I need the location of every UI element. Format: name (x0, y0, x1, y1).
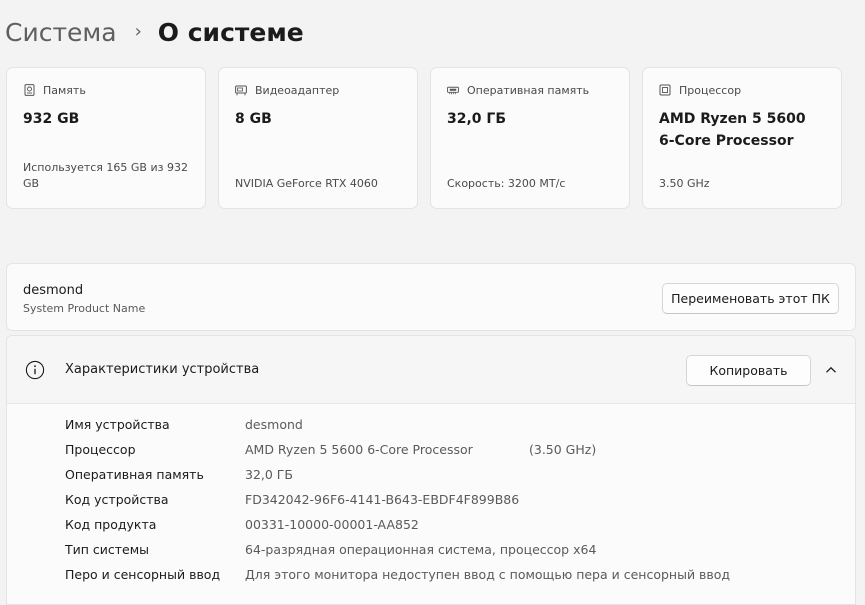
spec-label: Оперативная память (65, 467, 204, 482)
card-subtext: 3.50 GHz (659, 177, 710, 190)
spec-value: Для этого монитора недоступен ввод с пом… (245, 567, 731, 582)
cpu-icon (659, 84, 671, 96)
spec-label: Код устройства (65, 492, 169, 507)
chevron-up-icon[interactable] (823, 362, 839, 378)
card-subtext: NVIDIA GeForce RTX 4060 (235, 177, 378, 190)
spec-row-pen-touch: Перо и сенсорный ввод Для этого монитора… (7, 562, 855, 587)
spec-row-product-id: Код продукта 00331-10000-00001-AA852 (7, 512, 855, 537)
gpu-icon (235, 84, 247, 96)
card-label: Оперативная память (467, 83, 590, 97)
spec-row-ram: Оперативная память 32,0 ГБ (7, 462, 855, 487)
card-subtext: Используется 165 GB из 932 GB (23, 161, 188, 190)
rename-pc-button[interactable]: Переименовать этот ПК (662, 283, 839, 314)
card-value: 32,0 ГБ (447, 111, 507, 127)
card-value: 8 GB (235, 111, 272, 127)
device-specs-panel: Характеристики устройства Копировать Имя… (6, 335, 856, 605)
device-name: desmond (23, 283, 84, 298)
spec-value: desmond (245, 417, 303, 432)
breadcrumb: Система › О системе (5, 14, 304, 50)
card-subtext: Скорость: 3200 МТ/с (447, 177, 566, 190)
device-name-panel: desmond System Product Name Переименоват… (6, 263, 856, 331)
card-label: Видеоадаптер (255, 83, 340, 97)
card-label: Процессор (679, 83, 742, 97)
breadcrumb-separator: › (134, 20, 142, 42)
spec-label: Процессор (65, 442, 136, 457)
spec-value: 00331-10000-00001-AA852 (245, 517, 419, 532)
spec-row-device-name: Имя устройства desmond (7, 412, 855, 437)
info-icon (25, 360, 45, 380)
spec-value: 32,0 ГБ (245, 467, 294, 482)
spec-row-system-type: Тип системы 64-разрядная операционная си… (7, 537, 855, 562)
card-gpu: Видеоадаптер 8 GB NVIDIA GeForce RTX 406… (218, 67, 418, 209)
spec-label: Перо и сенсорный ввод (65, 567, 221, 582)
spec-row-device-id: Код устройства FD342042-96F6-4141-B643-E… (7, 487, 855, 512)
specs-header[interactable]: Характеристики устройства Копировать (7, 336, 855, 404)
spec-label: Имя устройства (65, 417, 170, 432)
breadcrumb-parent[interactable]: Система (5, 18, 117, 47)
spec-label: Код продукта (65, 517, 157, 532)
card-value: AMD Ryzen 5 5600 6-Core Processor (659, 111, 806, 149)
spec-label: Тип системы (65, 542, 150, 557)
specs-title: Характеристики устройства (65, 362, 260, 377)
page-title: О системе (157, 17, 304, 47)
summary-cards: Память 932 GB Используется 165 GB из 932… (6, 67, 842, 209)
spec-rows: Имя устройства desmond Процессор AMD Ryz… (7, 412, 855, 587)
card-label: Память (43, 83, 86, 97)
card-ram: Оперативная память 32,0 ГБ Скорость: 320… (430, 67, 630, 209)
ram-icon (447, 84, 459, 96)
spec-value: FD342042-96F6-4141-B643-EBDF4F899B86 (245, 492, 520, 507)
storage-icon (23, 84, 35, 96)
spec-row-processor: Процессор AMD Ryzen 5 5600 6-Core Proces… (7, 437, 855, 462)
device-model: System Product Name (23, 302, 146, 315)
card-cpu: Процессор AMD Ryzen 5 5600 6-Core Proces… (642, 67, 842, 209)
card-value: 932 GB (23, 111, 80, 127)
card-storage: Память 932 GB Используется 165 GB из 932… (6, 67, 206, 209)
spec-value: 64-разрядная операционная система, проце… (245, 542, 597, 557)
spec-extra: (3.50 GHz) (529, 442, 597, 457)
copy-button[interactable]: Копировать (686, 355, 811, 386)
spec-value: AMD Ryzen 5 5600 6-Core Processor (245, 442, 473, 457)
